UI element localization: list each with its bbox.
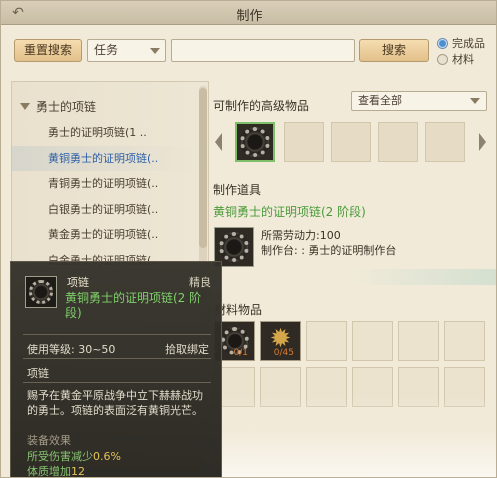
- material-qty: 0/1: [233, 348, 248, 358]
- tooltip-level-req: 使用等级: 30~50: [27, 343, 116, 356]
- faded-highlight: [351, 269, 496, 285]
- tooltip-bind: 拾取绑定: [165, 343, 209, 356]
- radio-finished[interactable]: 完成品: [437, 37, 485, 51]
- craftable-slot[interactable]: [378, 122, 418, 162]
- craftable-label: 可制作的高级物品: [213, 99, 310, 113]
- tool-item-name: 黄铜勇士的证明项链(2 阶段): [213, 205, 366, 219]
- radio-material[interactable]: 材料: [437, 53, 474, 67]
- radio-material-label: 材料: [452, 53, 474, 66]
- tooltip-divider: [23, 334, 211, 335]
- tooltip-item-name: 黄铜勇士的证明项链(2 阶段): [65, 291, 202, 320]
- scrollbar-thumb[interactable]: [199, 88, 207, 248]
- material-slot[interactable]: [398, 321, 439, 361]
- recipe-group-header[interactable]: 勇士的项链: [20, 98, 96, 115]
- effect-value: 0.6%: [93, 450, 121, 463]
- tooltip-category: 项链: [27, 367, 49, 380]
- effect-value: 12: [71, 465, 85, 478]
- effect-label: 所受伤害减少: [27, 450, 93, 463]
- tooltip-divider: [23, 358, 211, 359]
- search-type-value: 任务: [94, 43, 119, 57]
- effect-label: 体质增加: [27, 465, 71, 478]
- labor-requirement: 所需劳动力:100: [261, 229, 341, 242]
- material-qty: 0/45: [273, 348, 294, 358]
- carousel-prev-icon[interactable]: [215, 133, 222, 151]
- list-item[interactable]: 白银勇士的证明项链(..: [12, 197, 198, 223]
- tooltip-description: 赐予在黄金平原战争中立下赫赫战功的勇士。项链的表面泛有黄铜光芒。: [27, 389, 203, 417]
- search-button[interactable]: 搜索: [359, 39, 429, 62]
- tooltip-item-icon: [25, 276, 57, 308]
- tooltip-effect-1: 所受伤害减少0.6%: [27, 448, 121, 464]
- torn-edge-overlay: [201, 397, 496, 477]
- view-filter-value: 查看全部: [358, 94, 402, 107]
- craftable-slot[interactable]: [425, 122, 465, 162]
- list-item[interactable]: 勇士的证明项链(1 ..: [12, 120, 198, 146]
- chevron-down-icon: [470, 98, 480, 104]
- crafting-window: ↶ 制作 重置搜索 任务 搜索 完成品 材料 勇士的项链 勇士的证明项链(1 .…: [0, 0, 497, 478]
- radio-dot-icon: [437, 38, 448, 49]
- craftable-slot[interactable]: [331, 122, 371, 162]
- list-item[interactable]: 黄金勇士的证明项链(..: [12, 222, 198, 248]
- tooltip-item-type: 项链: [67, 276, 89, 289]
- tooltip-item-grade: 精良: [189, 276, 211, 289]
- material-slot[interactable]: [444, 321, 485, 361]
- caret-down-icon: [20, 103, 30, 110]
- craftable-slot-selected[interactable]: [235, 122, 275, 162]
- tooltip-effect-title: 装备效果: [27, 434, 71, 447]
- window-title: 制作: [236, 9, 263, 24]
- search-input[interactable]: [171, 39, 355, 62]
- crafting-station: 制作台: : 勇士的证明制作台: [261, 244, 397, 257]
- search-row: 重置搜索 任务 搜索 完成品 材料: [1, 31, 496, 67]
- carousel-next-icon[interactable]: [479, 133, 486, 151]
- material-slot[interactable]: ✹ 0/45: [260, 321, 301, 361]
- necklace-icon: [240, 127, 270, 157]
- tools-label: 制作道具: [213, 183, 262, 197]
- necklace-icon: [29, 280, 53, 304]
- view-filter-select[interactable]: 查看全部: [351, 91, 487, 111]
- material-slot[interactable]: [306, 321, 347, 361]
- radio-dot-icon: [437, 54, 448, 65]
- group-label: 勇士的项链: [36, 100, 97, 114]
- radio-finished-label: 完成品: [452, 37, 485, 50]
- recipe-list: 勇士的证明项链(1 .. 黄铜勇士的证明项链(.. 青铜勇士的证明项链(.. 白…: [12, 120, 198, 274]
- search-type-select[interactable]: 任务: [87, 39, 166, 62]
- chevron-down-icon: [150, 48, 160, 54]
- reset-search-button[interactable]: 重置搜索: [14, 39, 82, 62]
- necklace-icon: [219, 232, 249, 262]
- craftable-slot[interactable]: [284, 122, 324, 162]
- title-bar: ↶ 制作: [1, 1, 496, 25]
- tooltip-divider: [23, 382, 211, 383]
- item-tooltip: 项链 精良 黄铜勇士的证明项链(2 阶段) 使用等级: 30~50 拾取绑定 项…: [10, 261, 222, 478]
- list-item[interactable]: 青铜勇士的证明项链(..: [12, 171, 198, 197]
- tooltip-effect-2: 体质增加12: [27, 463, 85, 478]
- material-slot[interactable]: [352, 321, 393, 361]
- list-item-selected[interactable]: 黄铜勇士的证明项链(..: [12, 145, 198, 172]
